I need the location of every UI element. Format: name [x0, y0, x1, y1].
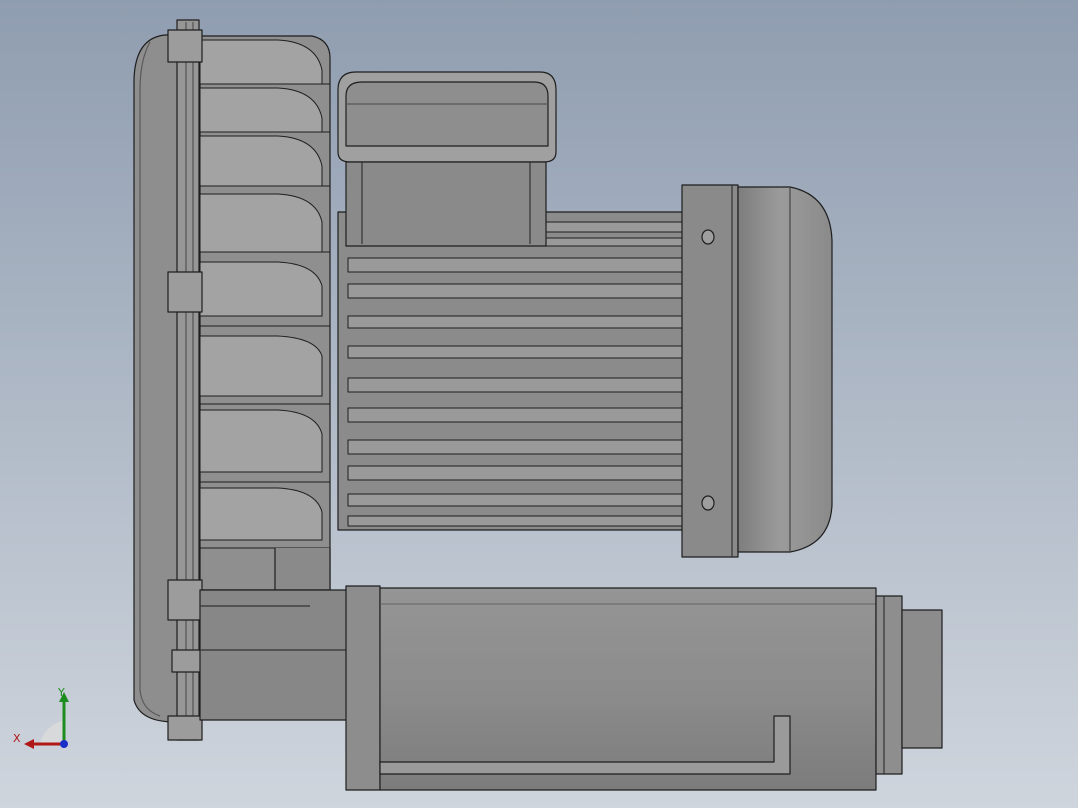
silencer-body	[379, 587, 877, 791]
flange-plate	[176, 19, 200, 741]
axis-y-label: Y	[58, 686, 65, 699]
graphics-viewport[interactable]: Y X	[0, 0, 1078, 808]
silencer-flange	[345, 585, 381, 791]
silencer-ring	[875, 595, 903, 775]
axis-z-point	[60, 740, 68, 748]
motor-end-cap	[737, 186, 833, 553]
silencer-outlet	[901, 609, 943, 749]
axis-x-arrowhead	[24, 739, 34, 749]
axis-x-label: X	[13, 732, 21, 745]
coordinate-triad: Y X	[10, 684, 80, 754]
blower-outlet	[199, 589, 349, 721]
triad-base-arc	[40, 720, 64, 744]
terminal-box-body	[345, 161, 547, 247]
fin-block-bottom	[274, 548, 331, 591]
cooling-fins	[199, 39, 323, 541]
blower-model[interactable]	[0, 0, 1078, 808]
